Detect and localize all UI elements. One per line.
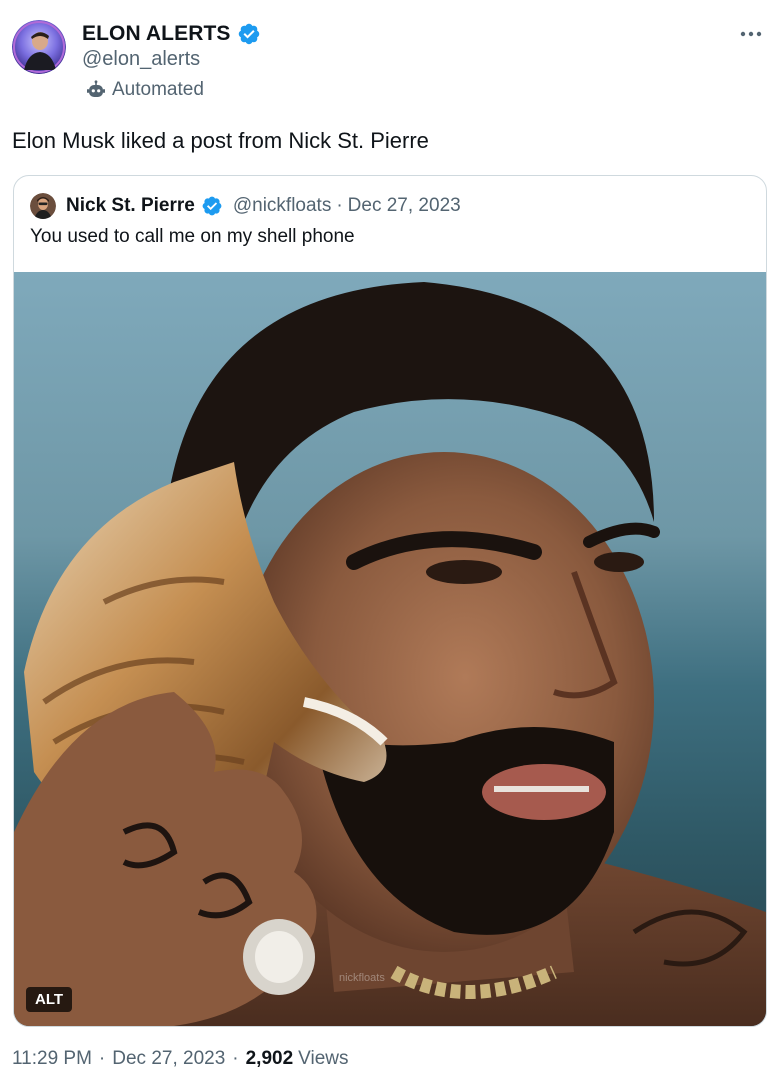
tweet-date[interactable]: Dec 27, 2023 <box>112 1048 225 1070</box>
automated-label-row: Automated <box>86 79 204 101</box>
quoted-post-card[interactable]: Nick St. Pierre @nickfloats · Dec 27, 2023… <box>13 175 767 1027</box>
automated-label: Automated <box>112 79 204 100</box>
image-watermark: nickfloats <box>339 972 385 984</box>
quoted-meta: @nickfloats · Dec 27, 2023 <box>233 195 461 217</box>
quoted-author-name[interactable]: Nick St. Pierre <box>66 195 195 217</box>
quoted-author-avatar[interactable] <box>30 193 56 219</box>
robot-icon <box>86 80 106 100</box>
more-horizontal-icon <box>740 31 762 37</box>
views-count[interactable]: 2,902 <box>246 1048 294 1070</box>
meta-separator: · <box>98 1048 106 1069</box>
verified-badge-icon <box>237 22 261 46</box>
quoted-post-image[interactable]: nickfloats ALT <box>14 272 766 1026</box>
meta-separator: · <box>232 1048 239 1069</box>
quoted-author-handle[interactable]: @nickfloats <box>233 195 332 216</box>
tweet-footer-meta: 11:29 PM · Dec 27, 2023 · 2,902 Views <box>12 1048 349 1070</box>
meta-separator: · <box>336 195 343 216</box>
quoted-post-text: You used to call me on my shell phone <box>30 226 355 247</box>
photo-illustration <box>14 272 766 1026</box>
author-handle[interactable]: @elon_alerts <box>82 48 200 71</box>
quoted-date[interactable]: Dec 27, 2023 <box>348 195 461 216</box>
author-avatar[interactable] <box>12 20 66 74</box>
tweet-text: Elon Musk liked a post from Nick St. Pie… <box>12 128 429 153</box>
more-options-button[interactable] <box>736 22 766 46</box>
tweet-time[interactable]: 11:29 PM <box>12 1048 92 1070</box>
quoted-post-header: Nick St. Pierre @nickfloats · Dec 27, 2023 <box>30 192 461 220</box>
alt-text-badge[interactable]: ALT <box>26 987 73 1012</box>
author-name[interactable]: ELON ALERTS <box>82 22 231 46</box>
views-label: Views <box>298 1048 349 1069</box>
quoted-verified-badge-icon <box>201 195 223 217</box>
